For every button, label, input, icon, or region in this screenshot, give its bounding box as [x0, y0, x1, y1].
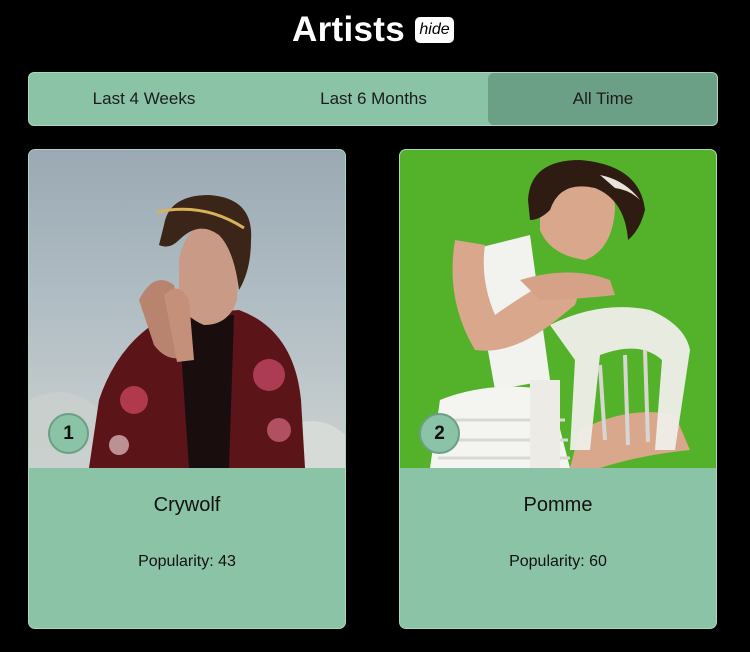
rank-badge: 1: [48, 413, 89, 454]
artist-name: Crywolf: [153, 494, 221, 516]
artist-popularity: Popularity: 43: [138, 553, 236, 570]
artist-popularity: Popularity: 60: [509, 553, 607, 570]
time-range-tabs: Last 4 Weeks Last 6 Months All Time: [28, 72, 718, 126]
artist-name: Pomme: [523, 494, 593, 516]
page-header: Artists hide: [0, 8, 750, 54]
page-title: Artists: [292, 10, 405, 49]
tab-all-time[interactable]: All Time: [488, 73, 717, 125]
rank-badge: 2: [419, 413, 460, 454]
artist-card[interactable]: 1 Crywolf Popularity: 43: [28, 149, 346, 629]
tab-last-4-weeks[interactable]: Last 4 Weeks: [29, 73, 259, 125]
hide-button[interactable]: hide: [415, 17, 454, 43]
tab-last-6-months[interactable]: Last 6 Months: [259, 73, 488, 125]
artist-card[interactable]: 2 Pomme Popularity: 60: [399, 149, 717, 629]
